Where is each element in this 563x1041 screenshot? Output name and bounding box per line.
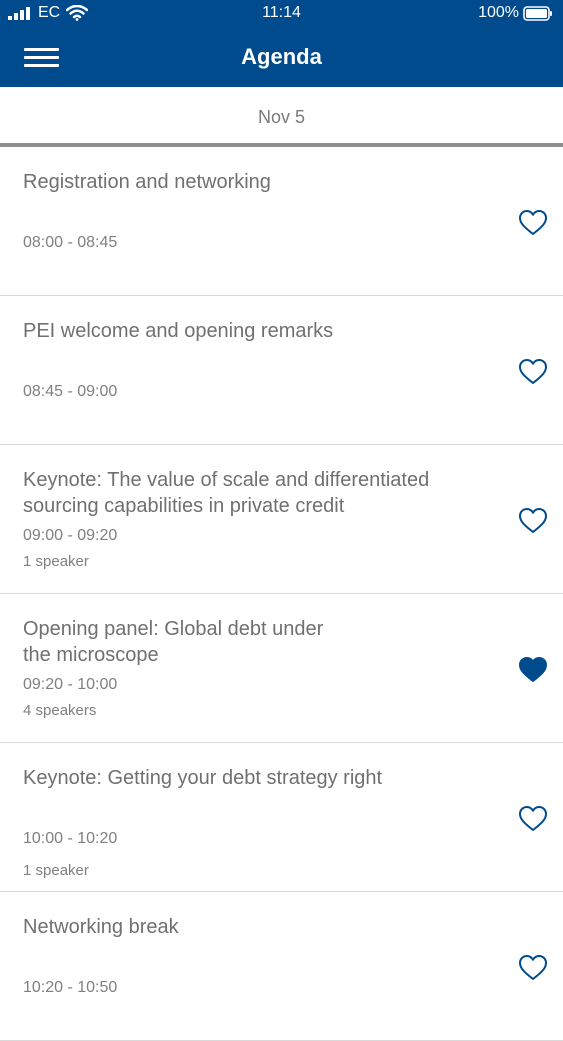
session-title: Keynote: The value of scale and differen…	[23, 467, 493, 519]
agenda-item[interactable]: Keynote: The value of scale and differen…	[0, 445, 563, 594]
battery-icon	[523, 5, 552, 21]
heart-outline-icon[interactable]	[518, 358, 548, 386]
agenda-list: Registration and networking 08:00 - 08:45…	[0, 147, 563, 1041]
session-title-line: PEI welcome and opening remarks	[23, 320, 334, 342]
speaker-count: 4 speakers	[23, 702, 97, 719]
agenda-item[interactable]: Registration and networking 08:00 - 08:45	[0, 147, 563, 296]
status-bar: EC 11:14 100%	[0, 0, 563, 28]
date-tab[interactable]: Nov 5	[0, 87, 563, 147]
hamburger-menu-icon[interactable]	[24, 46, 60, 70]
signal-icon	[8, 7, 30, 20]
heart-outline-icon[interactable]	[518, 209, 548, 237]
session-title-line: Opening panel: Global debt under	[23, 618, 324, 640]
session-time: 10:20 - 10:50	[23, 979, 118, 996]
agenda-item[interactable]: Opening panel: Global debt under the micr…	[0, 594, 563, 743]
heart-outline-icon[interactable]	[518, 805, 548, 833]
speaker-count: 1 speaker	[23, 553, 89, 570]
session-title-line: the microscope	[23, 644, 159, 666]
session-title-line: Keynote: The value of scale and differen…	[23, 469, 430, 491]
status-left: EC	[8, 4, 89, 22]
session-time: 10:00 - 10:20	[23, 830, 118, 847]
speaker-count: 1 speaker	[23, 862, 89, 879]
session-title: PEI welcome and opening remarks	[23, 318, 493, 344]
session-time: 09:20 - 10:00	[23, 676, 118, 693]
session-title-line: Registration and networking	[23, 171, 271, 193]
session-time: 08:45 - 09:00	[23, 383, 118, 400]
agenda-item[interactable]: Networking break 10:20 - 10:50	[0, 892, 563, 1041]
battery-percent: 100%	[478, 4, 519, 21]
session-title: Networking break	[23, 914, 493, 940]
session-title-line: Networking break	[23, 916, 179, 938]
session-title: Keynote: Getting your debt strategy righ…	[23, 765, 493, 791]
session-title: Registration and networking	[23, 169, 493, 195]
page-title: Agenda	[241, 44, 322, 69]
session-time: 09:00 - 09:20	[23, 527, 118, 544]
agenda-item[interactable]: Keynote: Getting your debt strategy righ…	[0, 743, 563, 892]
agenda-item[interactable]: PEI welcome and opening remarks 08:45 - 0…	[0, 296, 563, 445]
session-title-line: sourcing capabilities in private credit	[23, 495, 345, 517]
heart-filled-icon[interactable]	[518, 656, 548, 684]
session-title: Opening panel: Global debt under the micr…	[23, 616, 493, 668]
carrier-label: EC	[38, 4, 61, 21]
heart-outline-icon[interactable]	[518, 954, 548, 982]
heart-outline-icon[interactable]	[518, 507, 548, 535]
app-header: EC 11:14 100% Agenda	[0, 0, 563, 87]
session-title-line: Keynote: Getting your debt strategy righ…	[23, 767, 383, 789]
status-right: 100%	[478, 4, 553, 22]
wifi-icon	[66, 5, 89, 21]
session-time: 08:00 - 08:45	[23, 234, 118, 251]
